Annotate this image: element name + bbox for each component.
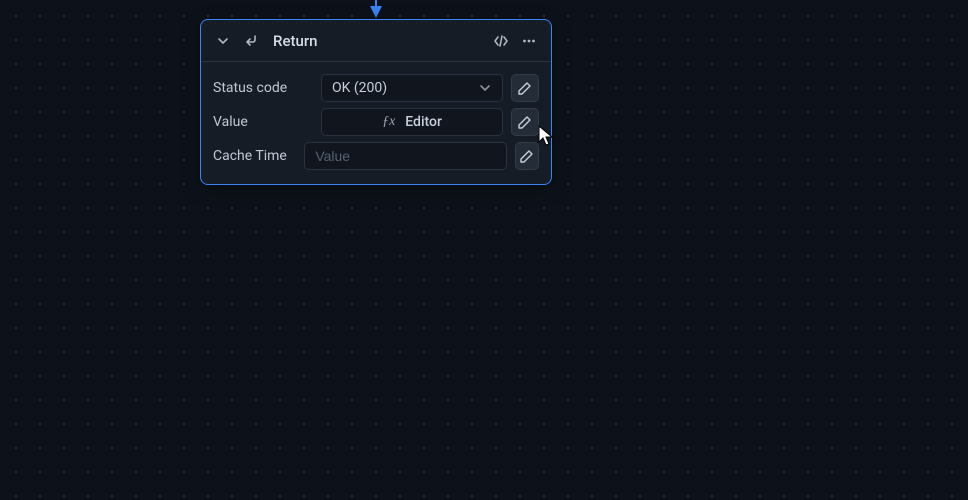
cache-time-input[interactable] xyxy=(304,142,507,170)
value-edit-button[interactable] xyxy=(511,108,539,136)
value-editor-label: Editor xyxy=(405,114,442,130)
incoming-arrowhead xyxy=(370,6,382,18)
status-code-select[interactable]: OK (200) xyxy=(321,74,503,102)
status-code-label: Status code xyxy=(213,80,313,96)
node-header: Return xyxy=(201,20,551,62)
caret-down-icon xyxy=(217,35,229,47)
cache-time-row: Cache Time xyxy=(213,142,539,170)
return-arrow-icon xyxy=(243,33,259,49)
pencil-icon xyxy=(518,81,532,95)
status-code-row: Status code OK (200) xyxy=(213,74,539,102)
fx-icon: ƒx xyxy=(382,114,395,130)
status-code-edit-button[interactable] xyxy=(511,74,539,102)
more-horizontal-icon xyxy=(521,33,537,49)
status-code-value: OK (200) xyxy=(332,80,387,96)
value-label: Value xyxy=(213,114,313,130)
pencil-icon xyxy=(520,149,534,163)
pencil-icon xyxy=(518,115,532,129)
value-editor-button[interactable]: ƒx Editor xyxy=(321,108,503,136)
node-body: Status code OK (200) Value ƒx Editor xyxy=(201,62,551,184)
return-node[interactable]: Return Status code OK (200) xyxy=(200,19,552,185)
more-menu-button[interactable] xyxy=(517,29,541,53)
return-icon-button[interactable] xyxy=(239,29,263,53)
node-title: Return xyxy=(273,32,317,50)
value-row: Value ƒx Editor xyxy=(213,108,539,136)
collapse-toggle[interactable] xyxy=(211,29,235,53)
cache-time-label: Cache Time xyxy=(213,148,296,164)
chevron-down-icon xyxy=(478,81,492,95)
code-icon xyxy=(493,33,509,49)
code-view-button[interactable] xyxy=(489,29,513,53)
cache-time-edit-button[interactable] xyxy=(515,142,539,170)
